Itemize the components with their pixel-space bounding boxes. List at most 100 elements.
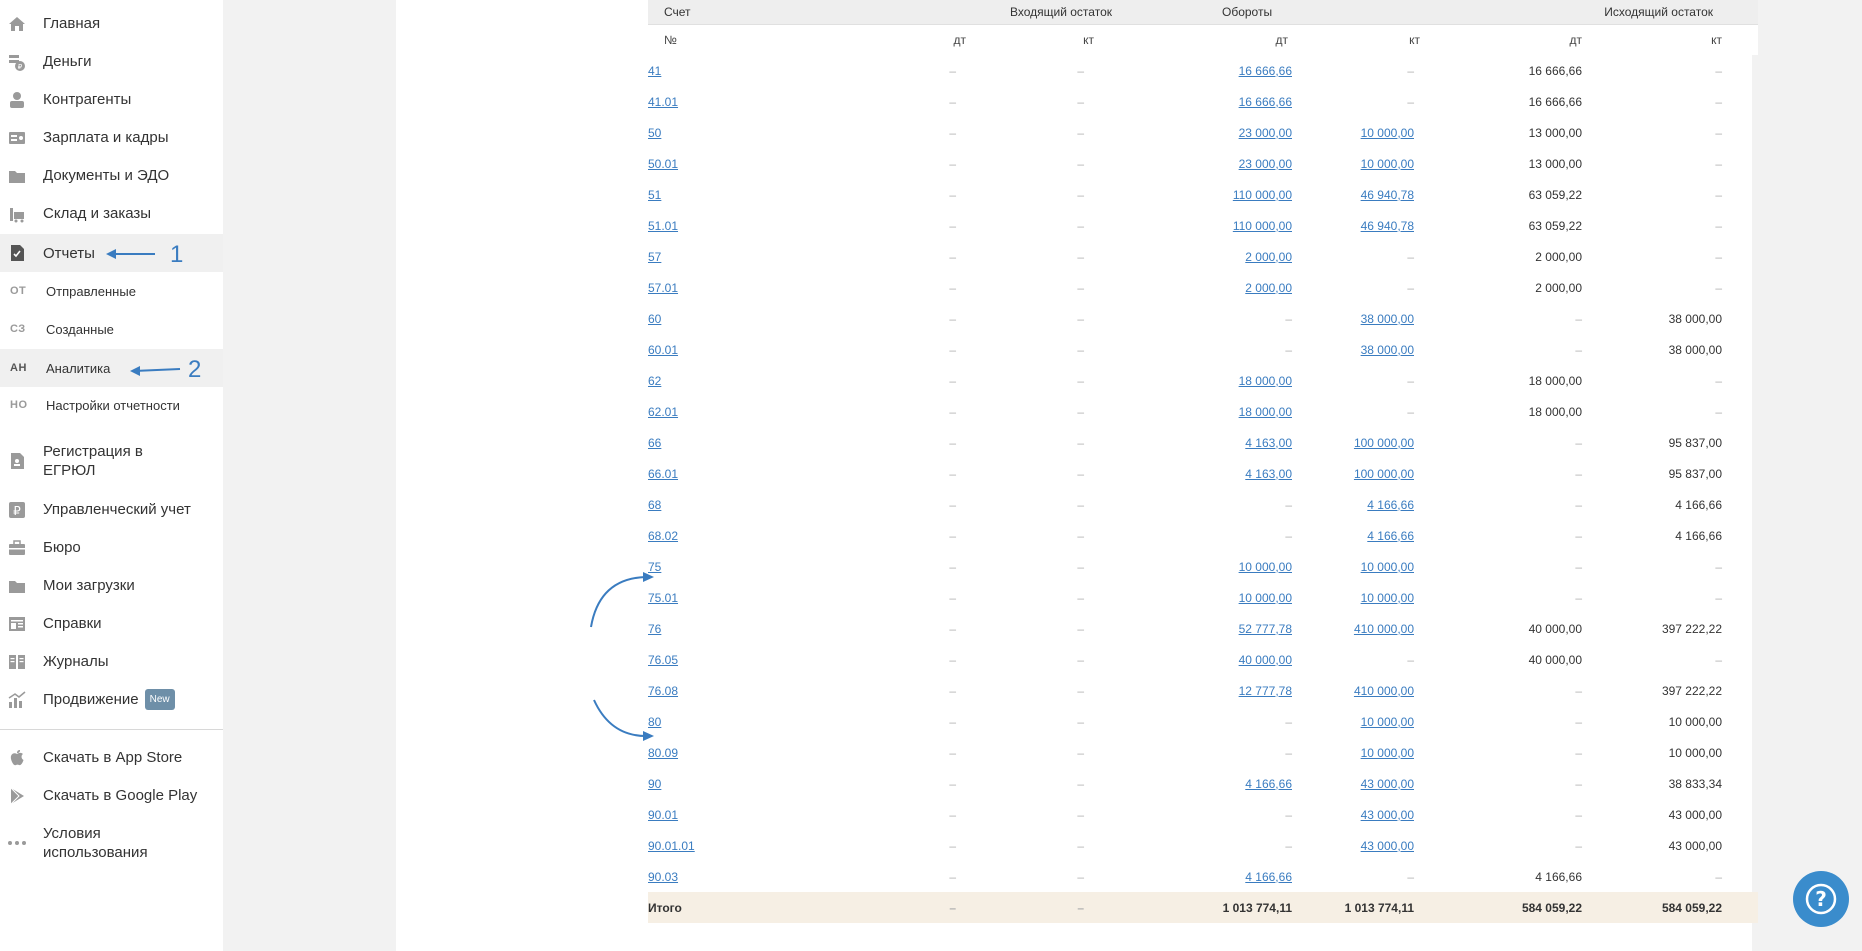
account-link[interactable]: 80 — [648, 715, 661, 729]
turnover-kt-link[interactable]: 43 000,00 — [1361, 777, 1414, 791]
turnover-dt-link[interactable]: 4 163,00 — [1245, 436, 1292, 450]
account-link[interactable]: 50 — [648, 126, 661, 140]
turnover-kt-link[interactable]: 100 000,00 — [1354, 467, 1414, 481]
nav-certificates[interactable]: Справки — [0, 614, 223, 633]
turnover-dt-link[interactable]: 10 000,00 — [1239, 560, 1292, 574]
nav-sub-report-settings[interactable]: НО Настройки отчетности — [0, 396, 223, 414]
turnover-kt-link[interactable]: 46 940,78 — [1361, 188, 1414, 202]
turnover-kt-link[interactable]: 410 000,00 — [1354, 622, 1414, 636]
account-link[interactable]: 51.01 — [648, 219, 678, 233]
nav-money[interactable]: ₽ Деньги — [0, 52, 223, 71]
nav-sub-sent[interactable]: ОТ Отправленные — [0, 282, 223, 300]
empty-value: – — [1407, 652, 1414, 667]
empty-value: – — [1077, 218, 1084, 233]
nav-sub-analytics[interactable]: АН Аналитика — [0, 349, 223, 387]
account-link[interactable]: 50.01 — [648, 157, 678, 171]
account-link[interactable]: 62.01 — [648, 405, 678, 419]
empty-value: – — [949, 218, 956, 233]
nav-terms[interactable]: Условия использования — [0, 824, 223, 862]
turnover-dt-link[interactable]: 18 000,00 — [1239, 405, 1292, 419]
nav-promotion[interactable]: Продвижение New — [0, 689, 223, 710]
account-link[interactable]: 41.01 — [648, 95, 678, 109]
turnover-kt-link[interactable]: 43 000,00 — [1361, 839, 1414, 853]
nav-my-downloads[interactable]: Мои загрузки — [0, 576, 223, 595]
turnover-kt-link[interactable]: 10 000,00 — [1361, 560, 1414, 574]
account-link[interactable]: 90.03 — [648, 870, 678, 884]
nav-registration[interactable]: Регистрация в ЕГРЮЛ — [0, 442, 223, 480]
account-link[interactable]: 51 — [648, 188, 661, 202]
account-link[interactable]: 57.01 — [648, 281, 678, 295]
account-cell: 41.01 — [648, 86, 848, 117]
opening-dt-cell: – — [848, 489, 984, 520]
turnover-dt-link[interactable]: 12 777,78 — [1239, 684, 1292, 698]
account-link[interactable]: 76 — [648, 622, 661, 636]
turnover-kt-link[interactable]: 10 000,00 — [1361, 126, 1414, 140]
turnover-dt-link[interactable]: 52 777,78 — [1239, 622, 1292, 636]
turnover-kt-link[interactable]: 410 000,00 — [1354, 684, 1414, 698]
turnover-kt-link[interactable]: 46 940,78 — [1361, 219, 1414, 233]
turnover-kt-link[interactable]: 4 166,66 — [1367, 529, 1414, 543]
turnover-kt-link[interactable]: 10 000,00 — [1361, 746, 1414, 760]
account-link[interactable]: 66.01 — [648, 467, 678, 481]
turnover-dt-link[interactable]: 23 000,00 — [1239, 157, 1292, 171]
nav-reports[interactable]: Отчеты — [0, 234, 223, 272]
nav-home[interactable]: Главная — [0, 14, 223, 33]
turnover-dt-link[interactable]: 16 666,66 — [1239, 64, 1292, 78]
account-link[interactable]: 90 — [648, 777, 661, 791]
nav-management-accounting[interactable]: ₽ Управленческий учет — [0, 500, 223, 519]
turnover-kt-link[interactable]: 10 000,00 — [1361, 157, 1414, 171]
account-link[interactable]: 75 — [648, 560, 661, 574]
turnover-kt-link[interactable]: 38 000,00 — [1361, 312, 1414, 326]
nav-contractors[interactable]: Контрагенты — [0, 90, 223, 109]
account-link[interactable]: 75.01 — [648, 591, 678, 605]
turnover-dt-link[interactable]: 10 000,00 — [1239, 591, 1292, 605]
account-link[interactable]: 90.01 — [648, 808, 678, 822]
empty-value: – — [1077, 590, 1084, 605]
account-link[interactable]: 57 — [648, 250, 661, 264]
account-link[interactable]: 60.01 — [648, 343, 678, 357]
turnover-kt-link[interactable]: 10 000,00 — [1361, 591, 1414, 605]
nav-bureau[interactable]: Бюро — [0, 538, 223, 557]
account-link[interactable]: 68.02 — [648, 529, 678, 543]
nav-warehouse[interactable]: Склад и заказы — [0, 204, 223, 223]
account-link[interactable]: 60 — [648, 312, 661, 326]
account-link[interactable]: 41 — [648, 64, 661, 78]
account-link[interactable]: 90.01.01 — [648, 839, 695, 853]
nav-google-play[interactable]: Скачать в Google Play — [0, 786, 223, 805]
turnover-kt-link[interactable]: 43 000,00 — [1361, 808, 1414, 822]
nav-documents[interactable]: Документы и ЭДО — [0, 166, 223, 185]
turnover-dt-link[interactable]: 2 000,00 — [1245, 281, 1292, 295]
account-link[interactable]: 76.05 — [648, 653, 678, 667]
empty-value: – — [1077, 311, 1084, 326]
turnover-kt-link[interactable]: 100 000,00 — [1354, 436, 1414, 450]
turnover-dt-link[interactable]: 18 000,00 — [1239, 374, 1292, 388]
turnover-kt-cell: 100 000,00 — [1294, 458, 1462, 489]
nav-salary[interactable]: Зарплата и кадры — [0, 128, 223, 147]
turnover-kt-link[interactable]: 4 166,66 — [1367, 498, 1414, 512]
nav-app-store[interactable]: Скачать в App Store — [0, 748, 223, 767]
turnover-dt-link[interactable]: 40 000,00 — [1239, 653, 1292, 667]
turnover-dt-link[interactable]: 2 000,00 — [1245, 250, 1292, 264]
account-link[interactable]: 62 — [648, 374, 661, 388]
account-link[interactable]: 68 — [648, 498, 661, 512]
turnover-dt-link[interactable]: 110 000,00 — [1233, 219, 1292, 233]
closing-dt-cell: – — [1462, 768, 1610, 799]
turnover-dt-link[interactable]: 110 000,00 — [1233, 188, 1292, 202]
nav-journals[interactable]: Журналы — [0, 652, 223, 671]
turnover-dt-link[interactable]: 4 166,66 — [1245, 777, 1292, 791]
account-link[interactable]: 66 — [648, 436, 661, 450]
account-link[interactable]: 80.09 — [648, 746, 678, 760]
turnover-kt-link[interactable]: 38 000,00 — [1361, 343, 1414, 357]
help-button[interactable]: ? — [1793, 871, 1849, 927]
account-cell: 57.01 — [648, 272, 848, 303]
turnover-kt-link[interactable]: 10 000,00 — [1361, 715, 1414, 729]
turnover-dt-link[interactable]: 23 000,00 — [1239, 126, 1292, 140]
closing-kt-value: 10 000,00 — [1668, 714, 1722, 729]
turnover-dt-link[interactable]: 16 666,66 — [1239, 95, 1292, 109]
account-link[interactable]: 76.08 — [648, 684, 678, 698]
turnover-dt-link[interactable]: 4 163,00 — [1245, 467, 1292, 481]
nav-sub-created[interactable]: СЗ Созданные — [0, 320, 223, 338]
turnover-dt-link[interactable]: 4 166,66 — [1245, 870, 1292, 884]
empty-value: – — [1077, 342, 1084, 357]
turnover-kt-cell: – — [1294, 86, 1462, 117]
